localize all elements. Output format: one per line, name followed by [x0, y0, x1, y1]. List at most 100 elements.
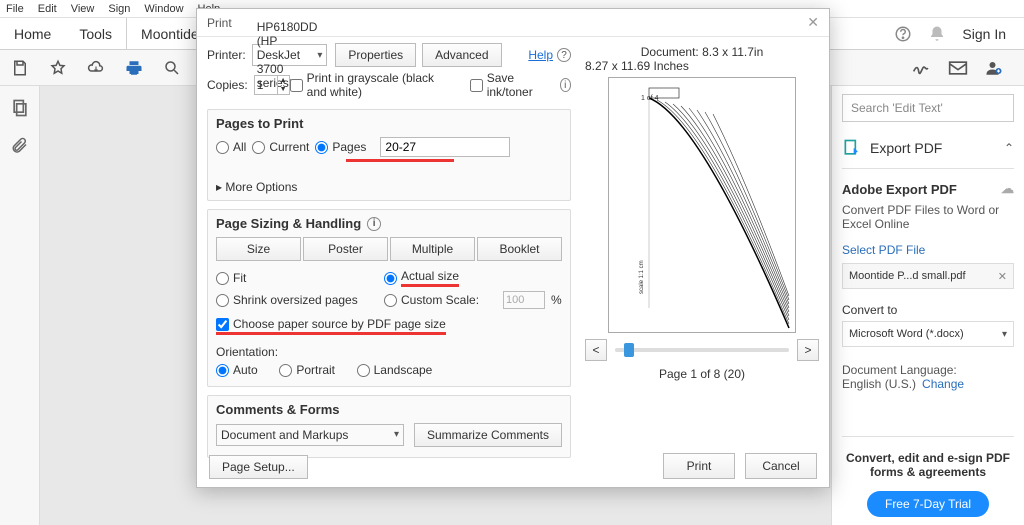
orient-auto-radio[interactable]: Auto	[216, 363, 258, 377]
save-icon[interactable]	[10, 58, 30, 78]
copies-up[interactable]: ▲	[277, 76, 289, 85]
attachment-icon[interactable]	[11, 136, 29, 156]
pages-range-radio[interactable]: Pages	[315, 140, 366, 154]
dialog-title: Print	[207, 16, 232, 30]
preview-prev-button[interactable]: <	[585, 339, 607, 361]
orient-portrait-radio[interactable]: Portrait	[279, 363, 335, 377]
pages-to-print-section: Pages to Print All Current Pages ▸ More …	[207, 109, 571, 201]
preview-page-of: Page 1 of 8 (20)	[585, 367, 819, 381]
print-preview: 1 of 4 scale 1:1 cm	[608, 77, 796, 333]
convert-to-label: Convert to	[842, 303, 1014, 317]
left-nav-strip	[0, 86, 40, 525]
selected-file-name: Moontide P...d small.pdf	[849, 270, 966, 282]
convert-to-select[interactable]: Microsoft Word (*.docx) ▾	[842, 321, 1014, 347]
preview-doc-dim: Document: 8.3 x 11.7in	[585, 45, 819, 59]
menu-edit[interactable]: Edit	[38, 3, 57, 15]
booklet-tab[interactable]: Booklet	[477, 237, 562, 261]
printer-select[interactable]: HP6180DD (HP DeskJet 3700 series) ▾	[252, 44, 328, 66]
free-trial-button[interactable]: Free 7-Day Trial	[867, 491, 989, 517]
print-icon[interactable]	[124, 58, 144, 78]
percent-label: %	[551, 293, 562, 307]
fit-radio[interactable]: Fit	[216, 271, 366, 285]
bell-icon[interactable]	[928, 25, 946, 43]
help-icon[interactable]	[894, 25, 912, 43]
print-dialog: Print ✕ Printer: HP6180DD (HP DeskJet 37…	[196, 8, 830, 488]
pages-current-radio[interactable]: Current	[252, 140, 309, 154]
selected-file-box[interactable]: Moontide P...d small.pdf ✕	[842, 263, 1014, 289]
promo-text: Convert, edit and e-sign PDF forms & agr…	[842, 451, 1014, 479]
adobe-export-title: Adobe Export PDF	[842, 182, 957, 197]
poster-tab[interactable]: Poster	[303, 237, 388, 261]
properties-button[interactable]: Properties	[335, 43, 416, 67]
star-icon[interactable]	[48, 58, 68, 78]
info-icon[interactable]: i	[367, 217, 381, 231]
grayscale-checkbox[interactable]: Print in grayscale (black and white)	[290, 71, 450, 99]
preview-page-size: 8.27 x 11.69 Inches	[585, 59, 819, 73]
chevron-down-icon: ▾	[317, 50, 322, 61]
menu-sign[interactable]: Sign	[108, 3, 130, 15]
pages-range-input[interactable]	[380, 137, 510, 157]
preview-slider[interactable]	[615, 348, 789, 352]
comments-forms-value: Document and Markups	[221, 428, 348, 442]
shrink-radio[interactable]: Shrink oversized pages	[216, 293, 366, 307]
pages-all-radio[interactable]: All	[216, 140, 246, 154]
print-button[interactable]: Print	[663, 453, 735, 479]
paper-source-checkbox[interactable]: Choose paper source by PDF page size	[216, 317, 446, 335]
close-icon[interactable]: ✕	[807, 14, 819, 31]
svg-text:scale 1:1 cm: scale 1:1 cm	[639, 260, 645, 294]
orientation-label: Orientation:	[216, 345, 562, 359]
chevron-down-icon: ▾	[1002, 329, 1007, 340]
add-person-icon[interactable]	[984, 58, 1004, 78]
copies-spinner[interactable]: 1 ▲▼	[254, 75, 290, 95]
mail-icon[interactable]	[948, 58, 968, 78]
saveink-checkbox[interactable]: Save ink/toner	[470, 71, 544, 99]
cloud-small-icon: ☁	[1001, 181, 1014, 197]
chevron-down-icon: ▾	[394, 429, 399, 440]
cancel-button[interactable]: Cancel	[745, 453, 817, 479]
summarize-comments-button[interactable]: Summarize Comments	[414, 423, 562, 447]
page-sizing-title: Page Sizing & Handling	[216, 216, 361, 231]
info-icon[interactable]: i	[560, 78, 571, 92]
copies-value: 1	[257, 78, 264, 92]
comments-forms-title: Comments & Forms	[216, 402, 562, 417]
printer-label: Printer:	[207, 48, 246, 62]
pages-to-print-title: Pages to Print	[216, 116, 562, 131]
advanced-button[interactable]: Advanced	[422, 43, 501, 67]
export-pdf-title: Export PDF	[870, 140, 942, 156]
right-panel: Search 'Edit Text' Export PDF ⌃ Adobe Ex…	[831, 86, 1024, 525]
tab-tools[interactable]: Tools	[65, 18, 126, 50]
sign-in-button[interactable]: Sign In	[962, 26, 1006, 42]
signature-icon[interactable]	[912, 58, 932, 78]
comments-forms-section: Comments & Forms Document and Markups ▾ …	[207, 395, 571, 458]
zoom-icon[interactable]	[162, 58, 182, 78]
menu-view[interactable]: View	[71, 3, 95, 15]
orient-landscape-radio[interactable]: Landscape	[357, 363, 433, 377]
actual-size-radio[interactable]: Actual size	[384, 269, 459, 287]
pages-panel-icon[interactable]	[10, 98, 30, 118]
export-pdf-icon	[842, 138, 862, 158]
change-language-link[interactable]: Change	[922, 377, 964, 391]
chevron-up-icon[interactable]: ⌃	[1004, 141, 1014, 155]
export-pdf-header[interactable]: Export PDF ⌃	[842, 138, 1014, 169]
copies-down[interactable]: ▼	[277, 85, 289, 94]
comments-forms-select[interactable]: Document and Markups ▾	[216, 424, 404, 446]
page-sizing-section: Page Sizing & Handling i Size Poster Mul…	[207, 209, 571, 387]
cloud-icon[interactable]	[86, 58, 106, 78]
menu-file[interactable]: File	[6, 3, 24, 15]
document-language: Document Language: English (U.S.)Change	[842, 363, 1014, 391]
custom-scale-input[interactable]: 100	[503, 291, 545, 309]
more-options-toggle[interactable]: ▸ More Options	[216, 180, 562, 194]
select-pdf-link[interactable]: Select PDF File	[842, 243, 1014, 257]
menu-window[interactable]: Window	[144, 3, 183, 15]
size-tab[interactable]: Size	[216, 237, 301, 261]
help-info-icon[interactable]: ?	[557, 48, 571, 62]
page-setup-button[interactable]: Page Setup...	[209, 455, 308, 479]
multiple-tab[interactable]: Multiple	[390, 237, 475, 261]
convert-to-value: Microsoft Word (*.docx)	[849, 328, 964, 340]
search-input[interactable]: Search 'Edit Text'	[842, 94, 1014, 122]
tab-home[interactable]: Home	[0, 18, 65, 50]
clear-file-icon[interactable]: ✕	[998, 270, 1007, 283]
help-link[interactable]: Help	[528, 48, 553, 62]
preview-next-button[interactable]: >	[797, 339, 819, 361]
custom-scale-radio[interactable]: Custom Scale:	[384, 293, 479, 307]
